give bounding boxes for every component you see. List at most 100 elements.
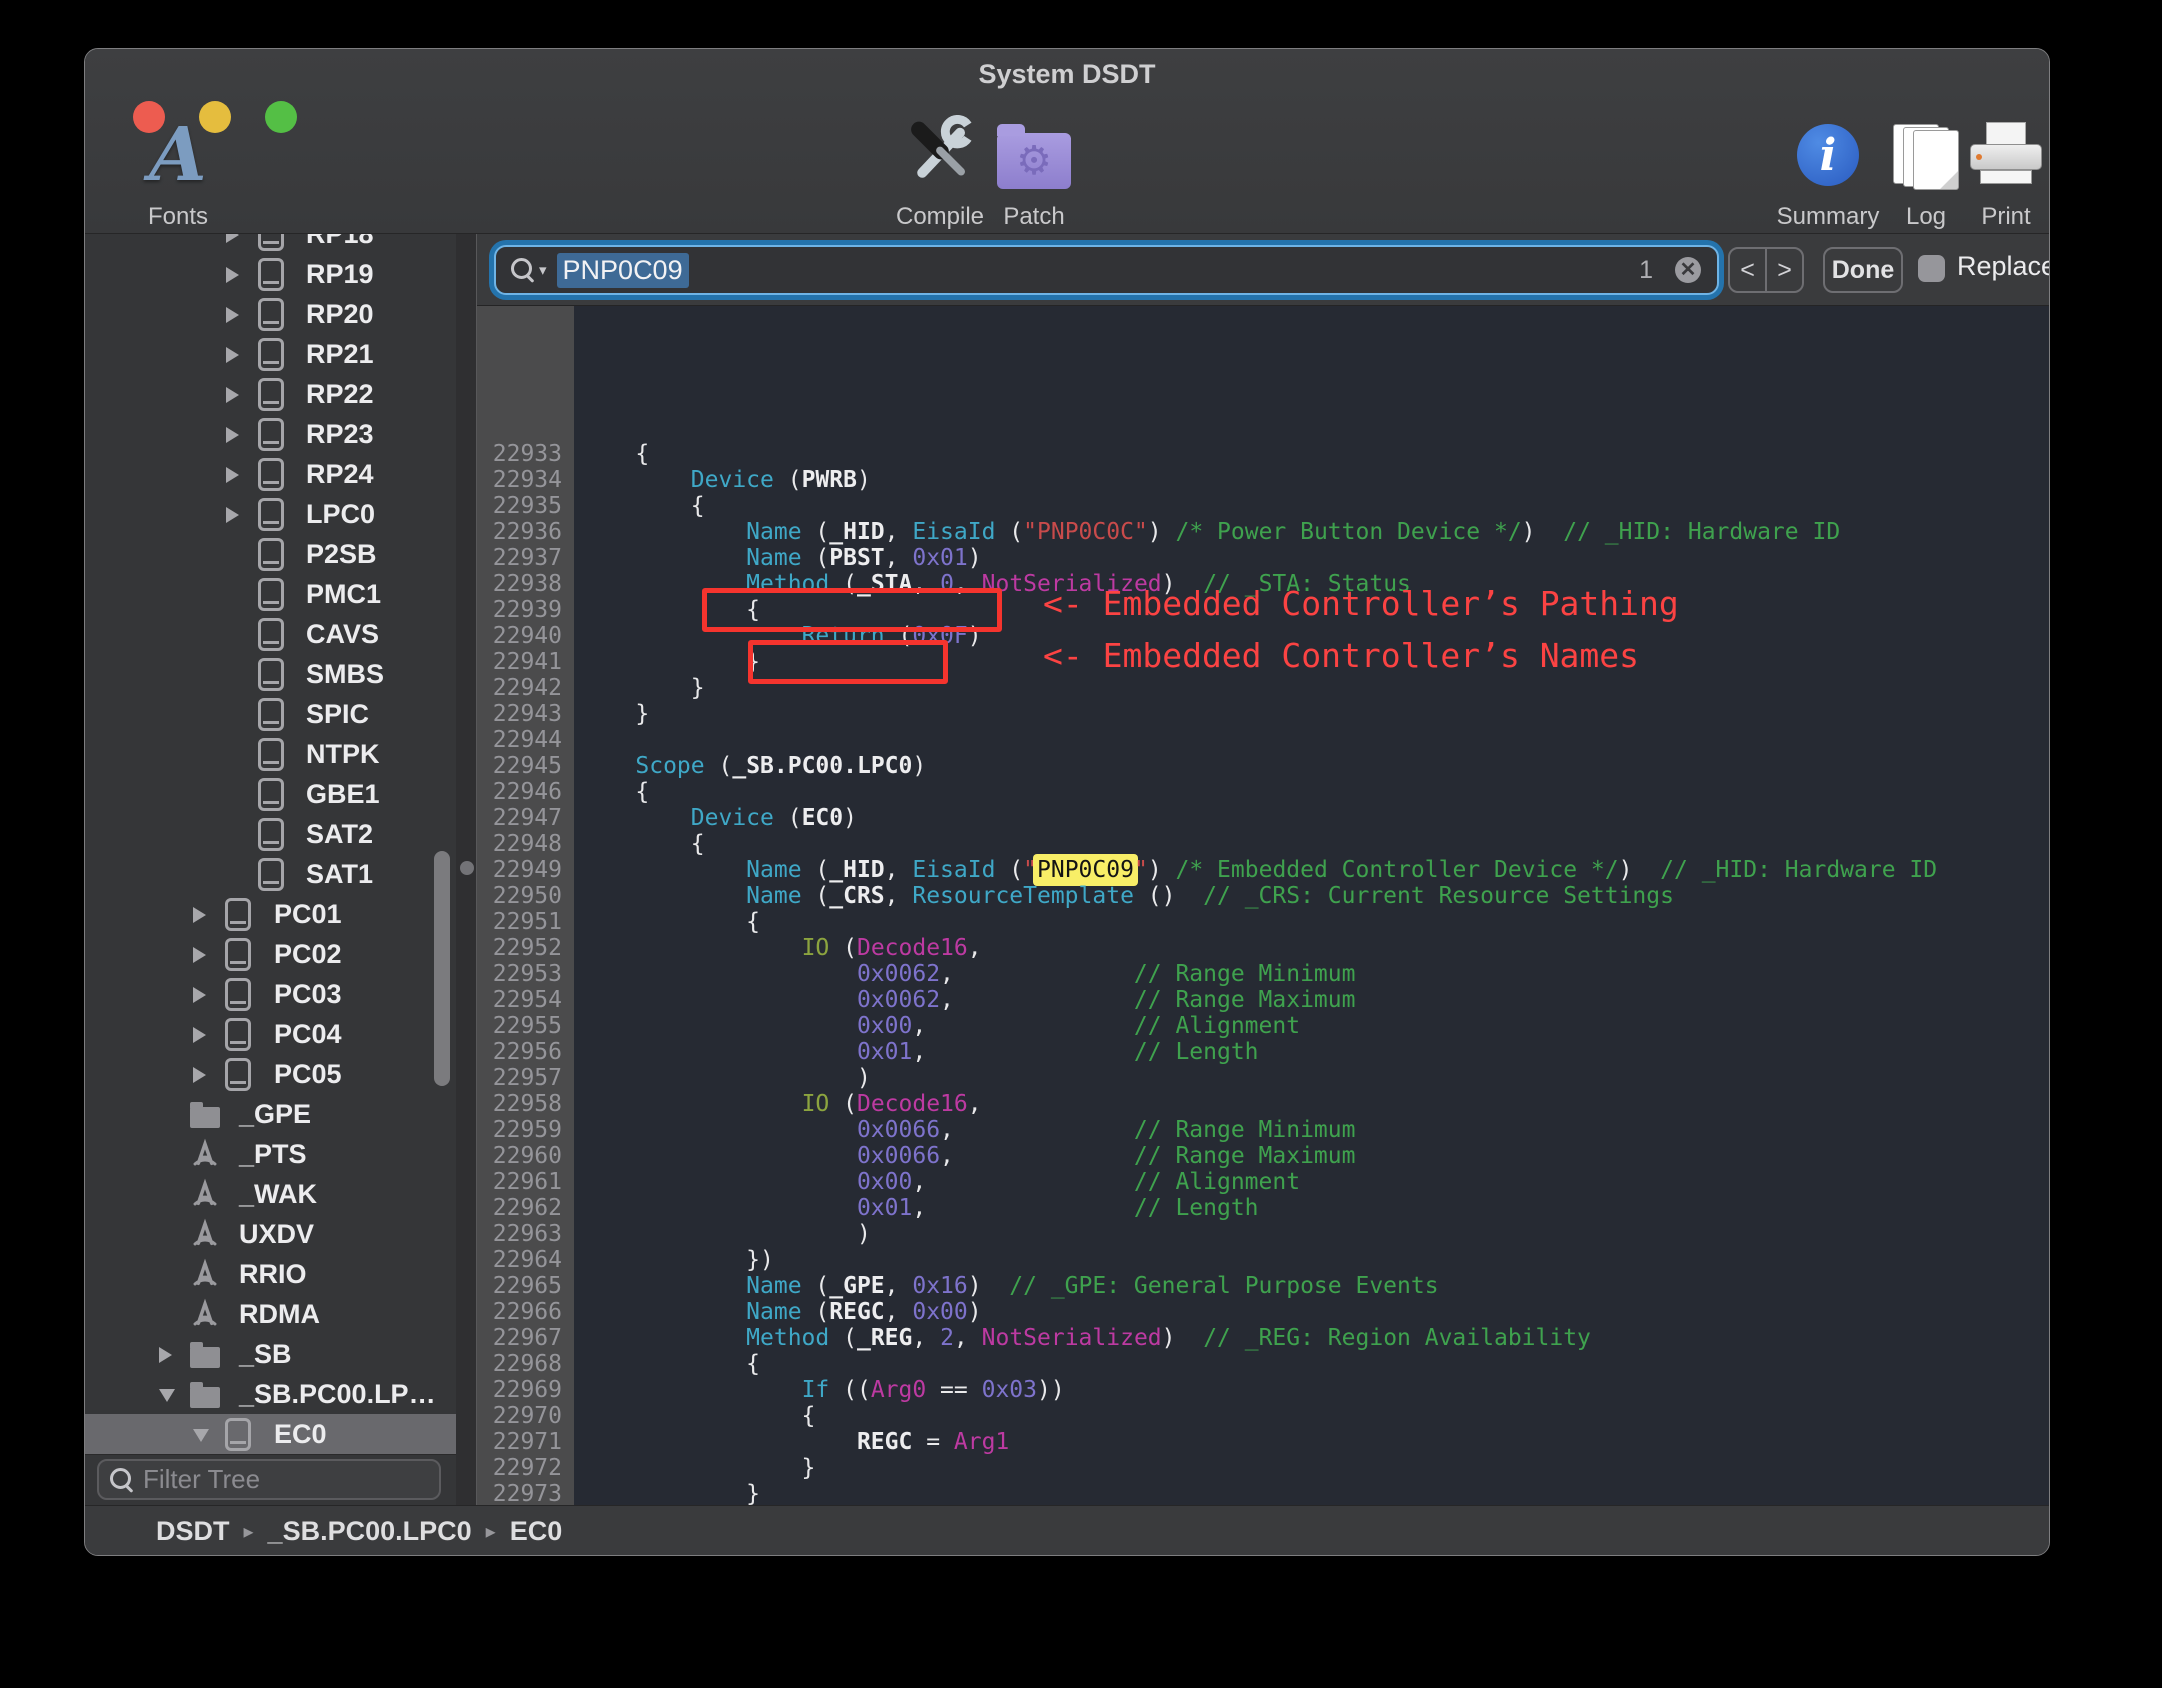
code-token: 0x00 <box>856 1169 913 1195</box>
fonts-button[interactable]: A Fonts <box>113 109 243 233</box>
disclosure-closed-icon[interactable] <box>226 427 239 443</box>
sidebar-item-sat2[interactable]: SAT2 <box>85 814 456 854</box>
sidebar-item-p2sb[interactable]: P2SB <box>85 534 456 574</box>
disclosure-closed-icon[interactable] <box>193 987 206 1003</box>
sidebar-item-smbs[interactable]: SMBS <box>85 654 456 694</box>
code-token: { <box>580 1403 816 1429</box>
find-input[interactable]: ▾ PNP0C09 1 ✕ <box>494 245 1719 295</box>
replace-checkbox[interactable] <box>1918 255 1945 282</box>
device-icon <box>254 777 288 811</box>
sidebar-item-wak[interactable]: _WAK <box>85 1174 456 1214</box>
code-token: ( <box>995 857 1024 883</box>
sidebar-item-rp19[interactable]: RP19 <box>85 254 456 294</box>
sidebar-item-pts[interactable]: _PTS <box>85 1134 456 1174</box>
sidebar-item-ec0[interactable]: EC0 <box>85 1414 456 1454</box>
breadcrumb-item[interactable]: EC0 <box>510 1516 563 1547</box>
disclosure-closed-icon[interactable] <box>226 347 239 363</box>
disclosure-open-icon[interactable] <box>159 1389 175 1402</box>
breadcrumb-item[interactable]: DSDT <box>156 1516 230 1547</box>
code-line: 22934 Device (PWRB) <box>477 467 2049 493</box>
sidebar-item-pc04[interactable]: PC04 <box>85 1014 456 1054</box>
sidebar-item-rrio[interactable]: RRIO <box>85 1254 456 1294</box>
code-token: /* Power Button Device */ <box>1175 519 1522 545</box>
divider-handle-icon[interactable] <box>460 861 474 875</box>
line-number: 22959 <box>492 1117 562 1143</box>
pane-divider[interactable] <box>456 234 477 1505</box>
breadcrumb-separator-icon: ▸ <box>243 1521 254 1543</box>
sidebar-item-rp23[interactable]: RP23 <box>85 414 456 454</box>
find-previous-button[interactable]: < <box>1730 249 1767 291</box>
disclosure-open-icon[interactable] <box>193 1429 209 1442</box>
code-line: 22947 Device (EC0) <box>477 805 2049 831</box>
sidebar-item-cavs[interactable]: CAVS <box>85 614 456 654</box>
sidebar-item-pc05[interactable]: PC05 <box>85 1054 456 1094</box>
filter-tree-input[interactable]: Filter Tree <box>97 1459 441 1500</box>
code-token: _CRS <box>829 883 885 909</box>
sidebar-item-spic[interactable]: SPIC <box>85 694 456 734</box>
sidebar-item-pmc1[interactable]: PMC1 <box>85 574 456 614</box>
sidebar-scrollbar[interactable] <box>434 851 450 1086</box>
sidebar-item-sbpc00lp[interactable]: _SB.PC00.LP… <box>85 1374 456 1414</box>
sidebar-item-sat1[interactable]: SAT1 <box>85 854 456 894</box>
sidebar-item-rp24[interactable]: RP24 <box>85 454 456 494</box>
line-number: 22962 <box>492 1195 562 1221</box>
done-button[interactable]: Done <box>1823 247 1903 293</box>
chevron-down-icon[interactable]: ▾ <box>539 261 547 279</box>
sidebar-item-sb[interactable]: _SB <box>85 1334 456 1374</box>
sidebar-item-uxdv[interactable]: UXDV <box>85 1214 456 1254</box>
disclosure-closed-icon[interactable] <box>193 947 206 963</box>
sidebar-item-rp18[interactable]: RP18 <box>85 234 456 254</box>
patch-icon: ⚙ <box>969 109 1099 201</box>
disclosure-closed-icon[interactable] <box>159 1347 172 1363</box>
line-number: 22964 <box>492 1247 562 1273</box>
sidebar-item-lpc0[interactable]: LPC0 <box>85 494 456 534</box>
sidebar-item-rp20[interactable]: RP20 <box>85 294 456 334</box>
sidebar-item-pc02[interactable]: PC02 <box>85 934 456 974</box>
code-token: ( <box>801 519 830 545</box>
line-number: 22965 <box>492 1273 562 1299</box>
zoom-button[interactable] <box>265 101 297 133</box>
device-icon <box>254 297 288 331</box>
folder-icon <box>188 1377 222 1411</box>
clear-search-icon[interactable]: ✕ <box>1675 257 1701 283</box>
disclosure-closed-icon[interactable] <box>226 234 239 243</box>
line-number: 22950 <box>492 883 562 909</box>
line-number: 22966 <box>492 1299 562 1325</box>
sidebar-item-rdma[interactable]: RDMA <box>85 1294 456 1334</box>
sidebar-item-label: PC03 <box>274 979 342 1009</box>
disclosure-closed-icon[interactable] <box>226 467 239 483</box>
code-token: ( <box>704 753 733 779</box>
code-line: 22950 Name (_CRS, ResourceTemplate () //… <box>477 883 2049 909</box>
code-token: Decode16 <box>856 1091 968 1117</box>
code-line: 22937 Name (PBST, 0x01) <box>477 545 2049 571</box>
code-token: ) <box>1147 857 1176 883</box>
code-line: 22964 }) <box>477 1247 2049 1273</box>
disclosure-closed-icon[interactable] <box>226 387 239 403</box>
sidebar-item-gbe1[interactable]: GBE1 <box>85 774 456 814</box>
sidebar-item-pc03[interactable]: PC03 <box>85 974 456 1014</box>
patch-button[interactable]: ⚙ Patch <box>969 109 1099 233</box>
print-button[interactable]: Print <box>1941 109 2049 233</box>
folder-icon <box>188 1097 222 1131</box>
sidebar-tree[interactable]: RP18 RP19 RP20 RP21 RP22 RP23 RP24 LPC0 P2SB PMC1… <box>85 234 456 1454</box>
disclosure-closed-icon[interactable] <box>226 267 239 283</box>
code-token: 0x03 <box>981 1377 1037 1403</box>
find-next-button[interactable]: > <box>1767 249 1802 291</box>
disclosure-closed-icon[interactable] <box>226 307 239 323</box>
sidebar-item-ntpk[interactable]: NTPK <box>85 734 456 774</box>
sidebar-item-rp22[interactable]: RP22 <box>85 374 456 414</box>
code-editor[interactable]: <- Embedded Controller’s Pathing <- Embe… <box>477 306 2049 1505</box>
code-token: Name <box>746 883 802 909</box>
sidebar-item-gpe[interactable]: _GPE <box>85 1094 456 1134</box>
disclosure-closed-icon[interactable] <box>193 1067 206 1083</box>
breadcrumb-item[interactable]: _SB.PC00.LPC0 <box>268 1516 472 1547</box>
sidebar-item-pc01[interactable]: PC01 <box>85 894 456 934</box>
disclosure-closed-icon[interactable] <box>193 907 206 923</box>
sidebar-item-rp21[interactable]: RP21 <box>85 334 456 374</box>
disclosure-closed-icon[interactable] <box>193 1027 206 1043</box>
code-token: , <box>967 1091 982 1117</box>
line-number: 22967 <box>492 1325 562 1351</box>
code-token: ( <box>801 857 830 883</box>
disclosure-closed-icon[interactable] <box>226 507 239 523</box>
